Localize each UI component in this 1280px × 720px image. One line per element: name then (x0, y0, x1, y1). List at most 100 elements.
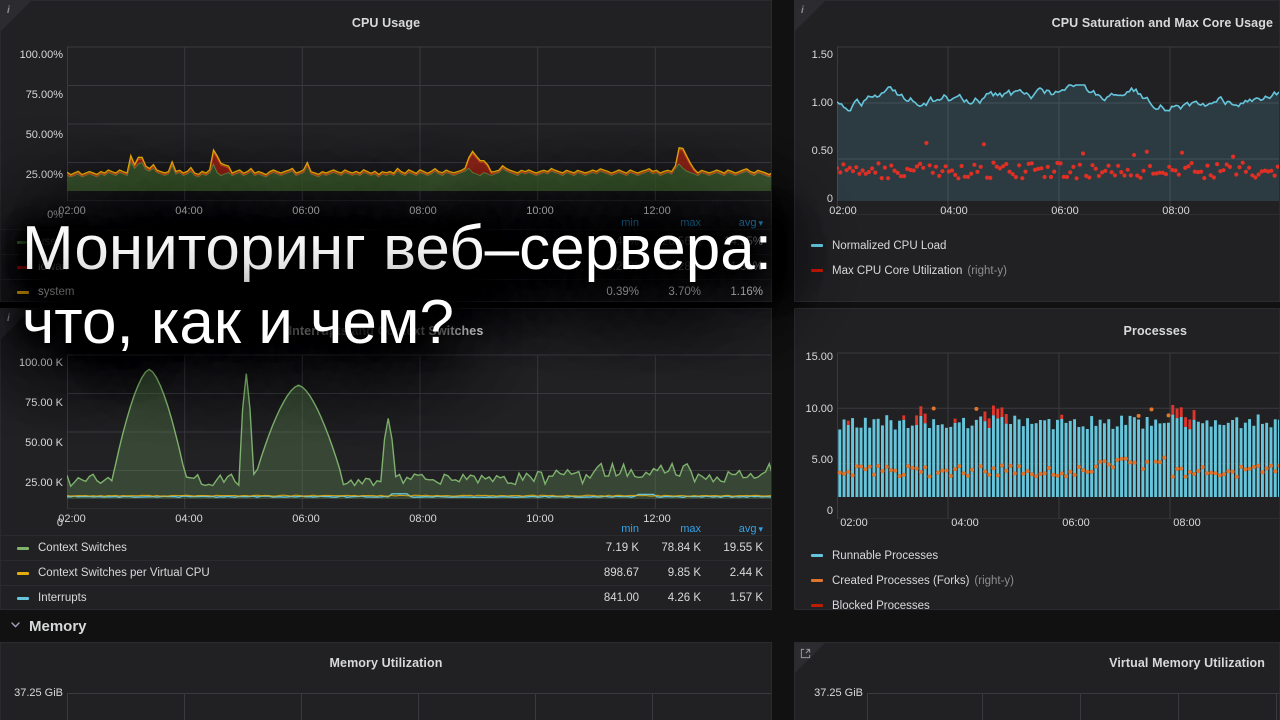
y-tick: 10.00 (805, 403, 833, 415)
graph-cpu-saturation: 1.50 1.00 0.50 0 02:00 04:00 06:00 08:00 (795, 39, 1279, 221)
legend-item-runnable-processes[interactable]: Runnable Processes (795, 543, 1279, 568)
y-tick: 25.00 K (25, 477, 63, 489)
y-tick: 15.00 (805, 351, 833, 363)
legend-item-max-cpu-core-utilization[interactable]: Max CPU Core Utilization (right-y) (795, 258, 1279, 283)
section-header-memory[interactable]: Memory (0, 610, 1280, 642)
legend-col-avg[interactable]: avg (701, 523, 763, 535)
legend-swatch (811, 604, 823, 607)
graph-cpu-usage: 100.00% 75.00% 50.00% 25.00% 0% 02:00 04… (1, 39, 771, 221)
y-tick: 75.00 K (25, 397, 63, 409)
plot-area-interrupts (66, 347, 771, 510)
legend-swatch (17, 290, 29, 294)
legend-col-max[interactable]: max (639, 217, 701, 229)
legend-max: 3.70% (668, 286, 701, 298)
panel-processes[interactable]: Processes 15.00 10.00 5.00 0 02:00 04:00… (794, 308, 1280, 610)
x-tick: 02:00 (58, 205, 86, 217)
virtual-memory-utilization-chart (867, 693, 1279, 720)
chevron-down-icon[interactable] (10, 619, 21, 633)
legend-col-min[interactable]: min (577, 217, 639, 229)
graph-virtual-memory-utilization: 37.25 GiB (795, 681, 1279, 720)
legend-cpu-saturation: Normalized CPU Load Max CPU Core Utiliza… (795, 233, 1279, 283)
info-icon[interactable]: i (7, 313, 10, 325)
legend-values: 841.00 4.26 K 1.57 K (577, 592, 763, 604)
dashboard-row-1: i CPU Usage 100.00% 75.00% 50.00% 25.00%… (0, 0, 1280, 302)
legend-label: Context Switches per Virtual CPU (38, 567, 210, 579)
legend-swatch (811, 244, 823, 247)
legend-values: 0.26% 13.28% 1.31% (577, 261, 763, 273)
x-tick: 08:00 (1173, 517, 1201, 529)
x-tick: 02:00 (829, 205, 857, 217)
y-tick: 25.00% (25, 169, 63, 181)
legend-swatch (811, 554, 823, 557)
legend-avg: 19.55 K (723, 542, 763, 554)
info-icon[interactable]: i (7, 5, 10, 17)
y-tick: 0.50 (811, 145, 833, 157)
legend-item-created-processes[interactable]: Created Processes (Forks) (right-y) (795, 568, 1279, 593)
cpu-usage-chart (66, 46, 771, 202)
legend-min: 841.00 (603, 592, 639, 604)
panel-virtual-memory-utilization[interactable]: Virtual Memory Utilization 37.25 GiB (794, 642, 1280, 720)
x-tick: 06:00 (1062, 517, 1090, 529)
legend-swatch (811, 579, 823, 582)
legend-item-blocked-processes[interactable]: Blocked Processes (795, 593, 1279, 610)
x-tick: 02:00 (840, 517, 868, 529)
panel-corner-badge (795, 1, 825, 31)
panel-title-interrupts: Interrupts and Context Switches (288, 324, 484, 338)
x-tick: 06:00 (292, 205, 320, 217)
legend-min: 0.39% (606, 286, 639, 298)
legend-label: user (38, 236, 61, 248)
legend-label: Created Processes (Forks) (832, 574, 970, 587)
y-tick: 37.25 GiB (814, 687, 863, 699)
y-tick: 1.00 (811, 97, 833, 109)
legend-label: Blocked Processes (832, 599, 930, 610)
legend-col-avg[interactable]: avg (701, 217, 763, 229)
y-axis-processes: 15.00 10.00 5.00 0 (795, 347, 837, 529)
panel-title-virtual-memory-utilization: Virtual Memory Utilization (1109, 656, 1265, 670)
legend-item-context-switches[interactable]: Context Switches 7.19 K 78.84 K 19.55 K (1, 535, 771, 560)
memory-utilization-chart (67, 693, 771, 720)
legend-min: 7.19 K (605, 542, 639, 554)
legend-label: Interrupts (38, 592, 87, 604)
legend-item-interrupts[interactable]: Interrupts 841.00 4.26 K 1.57 K (1, 585, 771, 609)
panel-corner-badge (1, 309, 31, 339)
graph-interrupts: 100.00 K 75.00 K 50.00 K 25.00 K 0 02:00… (1, 347, 771, 529)
legend-label: Context Switches (38, 542, 127, 554)
panel-memory-utilization[interactable]: Memory Utilization 37.25 GiB (0, 642, 772, 720)
legend-item-user[interactable]: user 4.41% 26.56% 14.35% (1, 229, 771, 254)
legend-min: 898.67 (603, 567, 639, 579)
legend-item-normalized-cpu-load[interactable]: Normalized CPU Load (795, 233, 1279, 258)
graph-processes: 15.00 10.00 5.00 0 02:00 04:00 06:00 08:… (795, 347, 1279, 529)
legend-avg: 1.16% (730, 286, 763, 298)
legend-item-iowait[interactable]: iowait 0.26% 13.28% 1.31% (1, 254, 771, 279)
legend-swatch (811, 269, 823, 272)
legend-max: 13.28% (661, 261, 701, 273)
processes-chart (837, 352, 1279, 520)
legend-cpu-usage: min max avg user 4.41% 26.56% 14.35% iow… (1, 217, 771, 301)
legend-label: Runnable Processes (832, 549, 939, 562)
dashboard-row-3: Memory Utilization 37.25 GiB Virtual Mem… (0, 642, 1280, 720)
legend-swatch (17, 596, 29, 600)
legend-header-row: min max avg (1, 217, 771, 229)
legend-avg: 14.35% (723, 236, 763, 248)
legend-col-max[interactable]: max (639, 523, 701, 535)
info-icon[interactable]: i (801, 5, 804, 17)
plot-area-processes (837, 347, 1279, 520)
panel-cpu-usage[interactable]: i CPU Usage 100.00% 75.00% 50.00% 25.00%… (0, 0, 772, 302)
legend-item-context-switches-per-vcpu[interactable]: Context Switches per Virtual CPU 898.67 … (1, 560, 771, 585)
panel-gap (772, 308, 794, 610)
panel-interrupts-context-switches[interactable]: i Interrupts and Context Switches 100.00… (0, 308, 772, 610)
legend-col-min[interactable]: min (577, 523, 639, 535)
legend-item-system[interactable]: system 0.39% 3.70% 1.16% (1, 279, 771, 301)
external-link-icon[interactable] (800, 648, 811, 662)
legend-swatch (17, 240, 29, 244)
legend-label: Max CPU Core Utilization (832, 264, 963, 277)
y-axis-virtual-memory-utilization: 37.25 GiB (795, 681, 867, 720)
y-tick: 0 (826, 193, 833, 205)
dashboard-root: i CPU Usage 100.00% 75.00% 50.00% 25.00%… (0, 0, 1280, 720)
legend-min: 0.26% (606, 261, 639, 273)
panel-corner-badge (1, 1, 31, 31)
panel-cpu-saturation[interactable]: i CPU Saturation and Max Core Usage 1.50… (794, 0, 1280, 302)
plot-area-virtual-memory-utilization (867, 681, 1279, 720)
legend-values: 4.41% 26.56% 14.35% (577, 236, 763, 248)
x-tick: 04:00 (175, 205, 203, 217)
